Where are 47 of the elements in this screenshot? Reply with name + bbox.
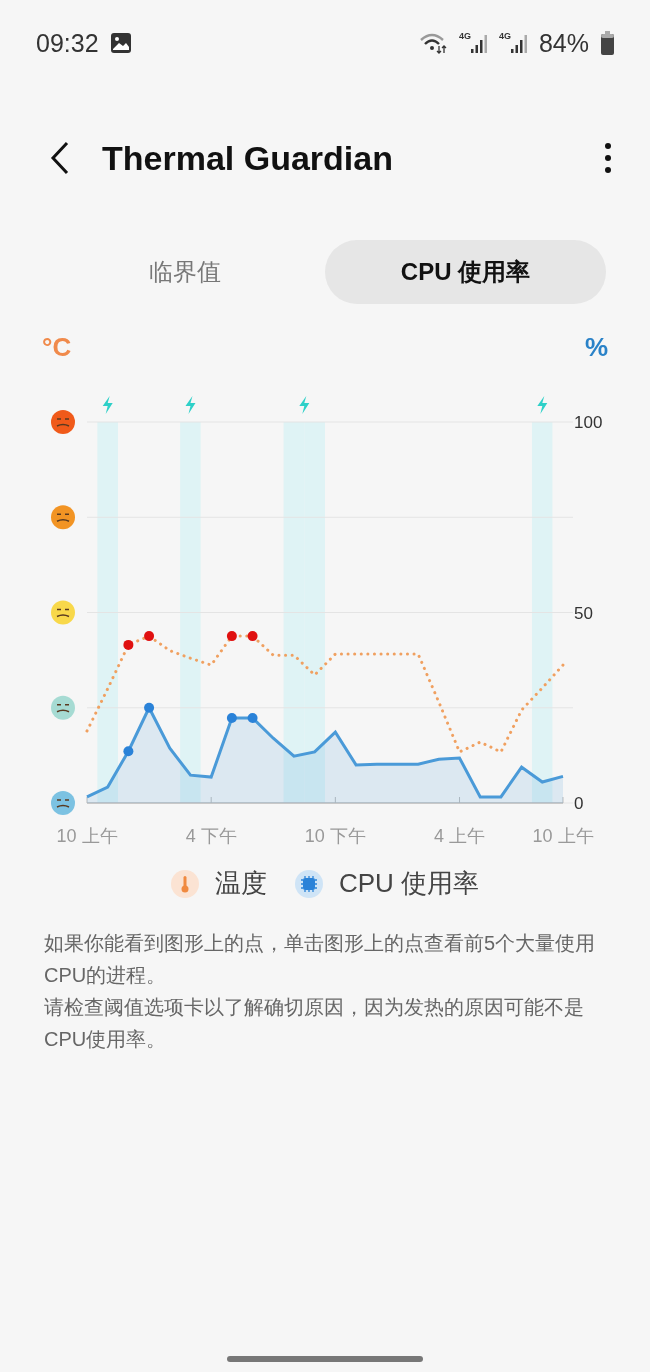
wifi-icon [418, 32, 447, 54]
data-point[interactable] [247, 713, 258, 724]
axis-tick-label: 100 [574, 413, 603, 432]
network-type-label: 4G [498, 31, 511, 41]
signal-icon [510, 33, 527, 53]
axis-tick-label: 10 上午 [56, 826, 118, 846]
data-point[interactable] [123, 639, 134, 650]
tab[interactable]: CPU 使用率 [325, 240, 606, 304]
data-point[interactable] [247, 631, 258, 642]
mood-face-icon [51, 791, 75, 815]
axis-tick-label: 50 [574, 603, 593, 623]
more-icon [605, 143, 611, 173]
back-icon [50, 141, 70, 175]
lightning-icon [185, 396, 196, 414]
mood-face-icon [51, 600, 75, 625]
lightning-icon [299, 396, 310, 414]
axis-tick-label: 4 下午 [185, 826, 237, 846]
temperature-unit-label: °C [42, 332, 72, 364]
signal-icon [470, 33, 487, 53]
axis-tick-label: 10 下午 [304, 826, 366, 846]
legend-label: CPU 使用率 [338, 867, 480, 900]
battery-icon [601, 31, 614, 55]
lightning-icon [102, 396, 113, 414]
data-point[interactable] [123, 746, 134, 757]
tab[interactable]: 临界值 [44, 240, 325, 304]
battery-percentage: 84% [538, 28, 589, 58]
thermometer-icon [170, 869, 199, 898]
chip-icon [294, 869, 323, 898]
legend-label: 温度 [214, 867, 267, 900]
lightning-icon [537, 396, 548, 414]
help-text: 如果你能看到图形上的点，单击图形上的点查看前5个大量使用CPU的进程。 [44, 931, 597, 988]
percent-unit-label: % [584, 332, 608, 364]
axis-tick-label: 4 上午 [434, 826, 486, 846]
axis-tick-label: 0 [574, 794, 584, 813]
page-title: Thermal Guardian [102, 138, 393, 178]
data-point[interactable] [226, 631, 237, 642]
help-text: 请检查阈值选项卡以了解确切原因，因为发热的原因可能不是CPU使用率。 [44, 995, 585, 1052]
network-type-label: 4G [458, 31, 471, 41]
data-point[interactable] [144, 702, 155, 713]
mood-face-icon [51, 505, 75, 530]
axis-tick-label: 10 上午 [532, 826, 594, 846]
image-icon [110, 33, 131, 53]
data-point[interactable] [226, 713, 237, 724]
mood-face-icon [51, 695, 75, 720]
mood-face-icon [51, 410, 75, 434]
data-point[interactable] [144, 631, 155, 642]
clock-time: 09:32 [36, 28, 99, 58]
